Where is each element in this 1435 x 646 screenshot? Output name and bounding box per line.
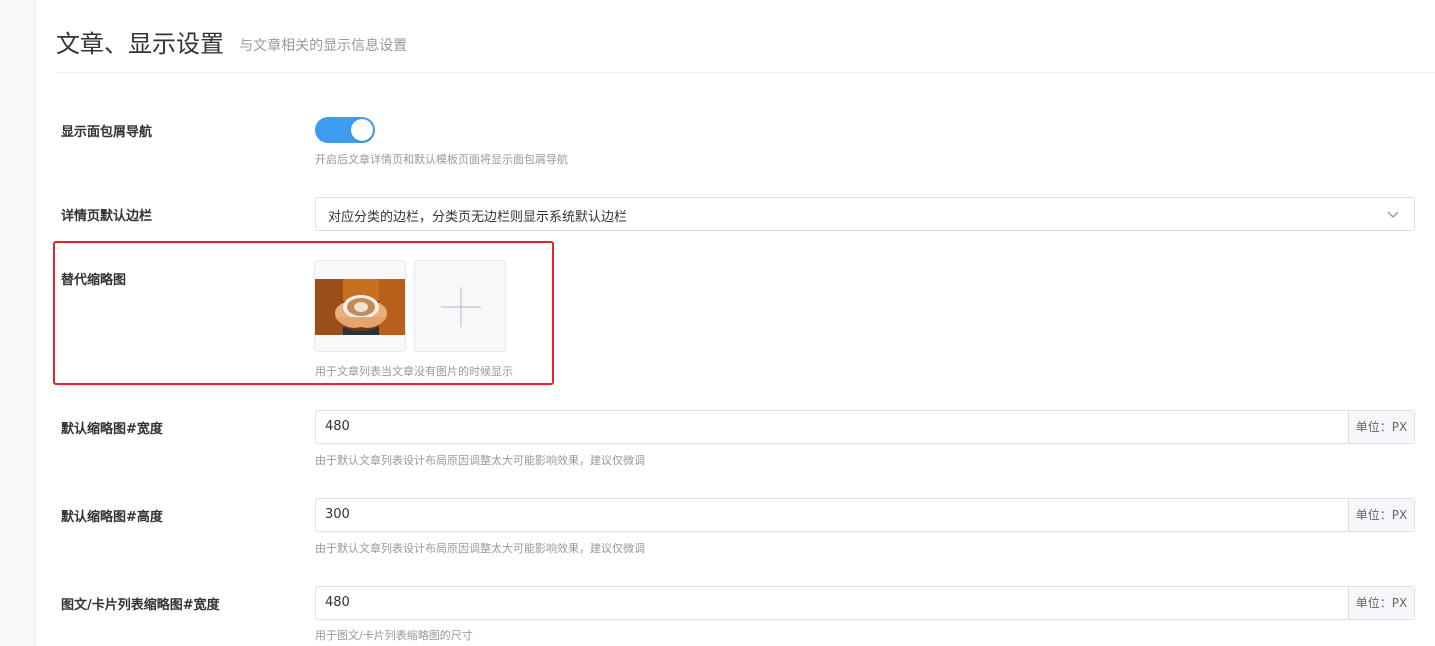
sidebar-select-value: 对应分类的边栏，分类页无边栏则显示系统默认边栏 (328, 210, 628, 225)
breadcrumb-hint: 开启后文章详情页和默认模板页面将显示面包屑导航 (315, 153, 568, 166)
add-image-button[interactable] (414, 260, 506, 352)
plus-icon (441, 287, 481, 327)
card-thumb-width-label: 图文/卡片列表缩略图#宽度 (61, 598, 220, 613)
toggle-knob (351, 119, 373, 141)
thumb-width-label: 默认缩略图#宽度 (61, 422, 163, 437)
thumbnail-image[interactable] (314, 260, 406, 352)
fallback-thumb-label: 替代缩略图 (61, 273, 127, 288)
fallback-thumb-hint: 用于文章列表当文章没有图片的时候显示 (315, 365, 513, 378)
breadcrumb-label: 显示面包屑导航 (61, 125, 153, 140)
thumb-height-unit: 单位：PX (1348, 499, 1414, 531)
thumb-height-value: 300 (325, 507, 350, 522)
card-thumb-width-value: 480 (325, 595, 350, 610)
left-sidebar-rail (0, 0, 36, 646)
thumb-width-unit: 单位：PX (1348, 411, 1414, 443)
chevron-down-icon (1387, 211, 1399, 218)
sidebar-label: 详情页默认边栏 (61, 209, 153, 224)
thumb-width-field[interactable]: 480 单位：PX (315, 410, 1415, 444)
card-thumb-width-unit: 单位：PX (1348, 587, 1414, 619)
thumb-height-field[interactable]: 300 单位：PX (315, 498, 1415, 532)
card-thumb-width-hint: 用于图文/卡片列表缩略图的尺寸 (315, 629, 473, 642)
thumb-width-hint: 由于默认文章列表设计布局原因调整太大可能影响效果，建议仅微调 (315, 454, 645, 467)
coffee-photo (315, 261, 405, 351)
thumb-width-value: 480 (325, 419, 350, 434)
breadcrumb-toggle[interactable] (315, 117, 375, 143)
page-title: 文章、显示设置 (56, 30, 224, 58)
sidebar-select[interactable]: 对应分类的边栏，分类页无边栏则显示系统默认边栏 (315, 197, 1415, 231)
card-thumb-width-field[interactable]: 480 单位：PX (315, 586, 1415, 620)
page-header: 文章、显示设置 与文章相关的显示信息设置 (56, 28, 1435, 73)
thumb-height-label: 默认缩略图#高度 (61, 510, 163, 525)
thumb-height-hint: 由于默认文章列表设计布局原因调整太大可能影响效果，建议仅微调 (315, 542, 645, 555)
page-subtitle: 与文章相关的显示信息设置 (239, 38, 408, 54)
